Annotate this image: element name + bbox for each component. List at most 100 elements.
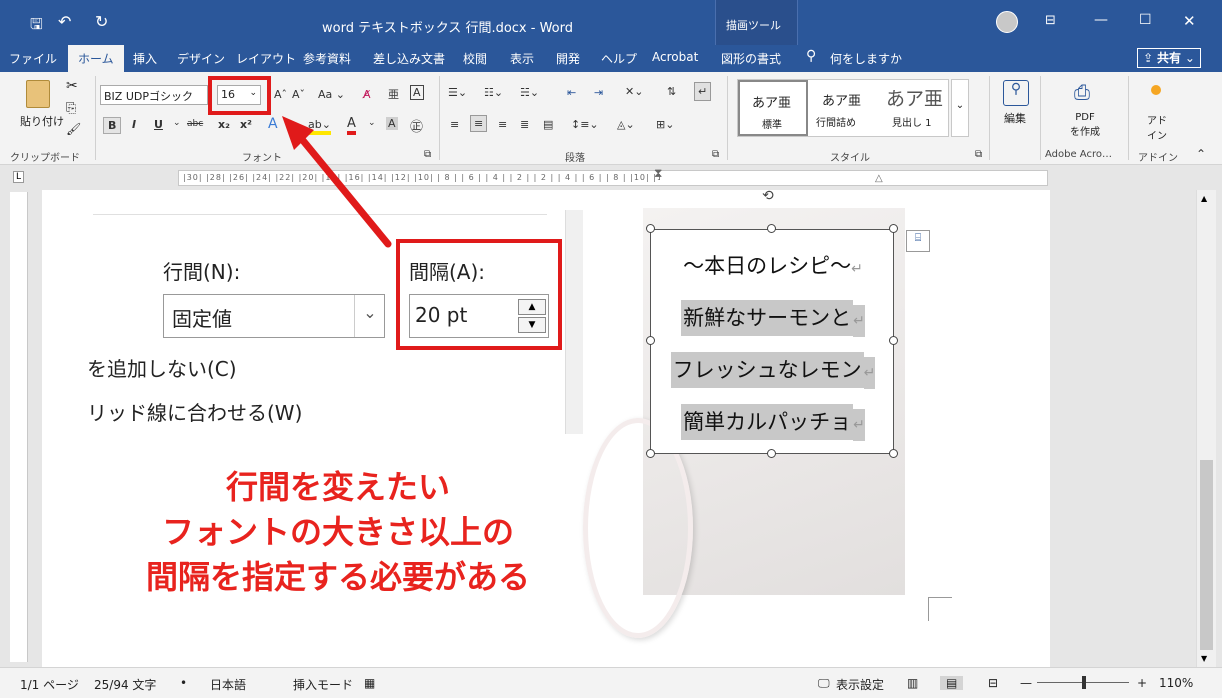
- addin-button[interactable]: アド イン: [1147, 112, 1167, 142]
- create-pdf-button[interactable]: PDF を作成: [1070, 112, 1100, 138]
- vertical-ruler[interactable]: [10, 192, 28, 662]
- zoom-level[interactable]: 110%: [1159, 676, 1193, 690]
- tab-shape-format[interactable]: 図形の書式: [721, 50, 781, 67]
- resize-handle-mr[interactable]: [889, 336, 898, 345]
- tab-help[interactable]: ヘルプ: [601, 50, 637, 67]
- read-mode-icon[interactable]: ▥: [907, 676, 918, 690]
- recipe-textbox[interactable]: ～本日のレシピ～↵ 新鮮なサーモンと ↵ フレッシュなレモン ↵ 簡単カルパッチョ ↵: [650, 229, 894, 454]
- cut-icon[interactable]: ✂: [66, 78, 78, 94]
- style-no-spacing[interactable]: あア亜 行間詰め: [810, 80, 878, 136]
- paste-button[interactable]: 貼り付け: [20, 113, 64, 129]
- bullets-icon[interactable]: ☰⌄: [448, 86, 467, 99]
- increase-indent-icon[interactable]: ⇥: [594, 86, 603, 99]
- grow-font-icon[interactable]: Aˆ: [274, 88, 287, 101]
- zoom-in-button[interactable]: +: [1137, 676, 1147, 690]
- resize-handle-ml[interactable]: [646, 336, 655, 345]
- ribbon-display-icon[interactable]: ⊟: [1045, 13, 1056, 28]
- multilevel-list-icon[interactable]: ☵⌄: [520, 86, 539, 99]
- superscript-button[interactable]: x²: [240, 118, 252, 131]
- shading-icon[interactable]: ◬⌄: [617, 118, 635, 131]
- style-heading1[interactable]: あア亜 見出し 1: [880, 80, 948, 136]
- show-marks-icon[interactable]: ↵: [694, 82, 712, 101]
- tab-insert[interactable]: 挿入: [133, 50, 157, 67]
- tab-file[interactable]: ファイル: [9, 50, 57, 67]
- addin-icon[interactable]: [1151, 85, 1161, 95]
- macro-record-icon[interactable]: ▦: [364, 676, 375, 690]
- indent-marker-left-icon[interactable]: ⧗: [654, 166, 662, 181]
- tab-layout[interactable]: レイアウト: [236, 50, 296, 67]
- no-space-checkbox-label[interactable]: を追加しない(C): [87, 353, 237, 382]
- scroll-thumb[interactable]: [1200, 460, 1213, 650]
- resize-handle-tl[interactable]: [646, 224, 655, 233]
- font-name-select[interactable]: BIZ UDPゴシック: [100, 85, 208, 105]
- status-mode[interactable]: 挿入モード: [293, 676, 353, 693]
- borders-icon[interactable]: ⊞⌄: [656, 118, 674, 131]
- tab-acrobat[interactable]: Acrobat: [652, 50, 698, 64]
- char-border-icon[interactable]: A: [410, 85, 424, 100]
- italic-button[interactable]: I: [132, 118, 136, 131]
- snap-grid-checkbox-label[interactable]: リッド線に合わせる(W): [87, 397, 302, 426]
- save-icon[interactable]: 🖫: [30, 14, 43, 39]
- shrink-font-icon[interactable]: Aˇ: [292, 88, 305, 101]
- edit-search-icon[interactable]: ⚲: [1003, 80, 1029, 106]
- close-button[interactable]: ✕: [1183, 12, 1196, 30]
- tell-me-input[interactable]: 何をしますか: [830, 50, 902, 67]
- align-right-icon[interactable]: ≡: [498, 118, 507, 131]
- rotate-handle-icon[interactable]: ⟲: [762, 188, 774, 204]
- phonetic-guide-icon[interactable]: 亜: [388, 86, 399, 102]
- display-settings-icon[interactable]: 🖵: [818, 676, 830, 691]
- zoom-slider-thumb[interactable]: [1082, 676, 1086, 689]
- scroll-down-icon[interactable]: ▼: [1201, 654, 1207, 663]
- resize-handle-tm[interactable]: [767, 224, 776, 233]
- textbox-line-2[interactable]: 新鮮なサーモンと ↵: [651, 300, 895, 337]
- undo-icon[interactable]: ↶: [58, 12, 71, 31]
- paste-icon[interactable]: [26, 80, 50, 108]
- styles-more-button[interactable]: ⌄: [951, 79, 969, 137]
- textbox-line-3[interactable]: フレッシュなレモン ↵: [651, 352, 895, 389]
- paragraph-dialog-launcher-icon[interactable]: ⧉: [712, 149, 719, 160]
- decrease-indent-icon[interactable]: ⇤: [567, 86, 576, 99]
- edit-button[interactable]: 編集: [1004, 110, 1026, 126]
- lightbulb-icon[interactable]: ⚲: [806, 48, 816, 64]
- pdf-icon[interactable]: ⎙: [1074, 80, 1090, 104]
- maximize-button[interactable]: ☐: [1139, 12, 1152, 28]
- copy-icon[interactable]: ⎘: [66, 101, 76, 116]
- resize-handle-br[interactable]: [889, 449, 898, 458]
- resize-handle-bl[interactable]: [646, 449, 655, 458]
- tab-design[interactable]: デザイン: [177, 50, 225, 67]
- justify-icon[interactable]: ≣: [520, 118, 529, 131]
- clear-format-icon[interactable]: A̸: [363, 88, 371, 101]
- textbox-line-4[interactable]: 簡単カルパッチョ ↵: [651, 404, 895, 441]
- align-center-icon[interactable]: ≡: [470, 115, 488, 132]
- web-layout-icon[interactable]: ⊟: [988, 676, 998, 690]
- resize-handle-bm[interactable]: [767, 449, 776, 458]
- sort-icon[interactable]: ⇅: [667, 85, 676, 98]
- user-avatar-icon[interactable]: [996, 11, 1018, 33]
- tab-developer[interactable]: 開発: [556, 50, 580, 67]
- resize-handle-tr[interactable]: [889, 224, 898, 233]
- status-words[interactable]: 25/94 文字: [94, 676, 156, 693]
- minimize-button[interactable]: —: [1094, 12, 1108, 28]
- status-page[interactable]: 1/1 ページ: [20, 676, 79, 693]
- underline-dropdown-icon[interactable]: ⌄: [173, 118, 181, 128]
- font-dialog-launcher-icon[interactable]: ⧉: [424, 149, 431, 160]
- collapse-ribbon-icon[interactable]: ⌃: [1196, 147, 1206, 161]
- style-normal[interactable]: あア亜 標準: [738, 80, 808, 136]
- underline-button[interactable]: U: [154, 118, 163, 131]
- format-painter-icon[interactable]: 🖌: [66, 122, 81, 136]
- subscript-button[interactable]: x₂: [218, 118, 230, 131]
- change-case-icon[interactable]: Aa ⌄: [318, 88, 345, 101]
- line-spacing-icon[interactable]: ↕≡⌄: [571, 118, 599, 131]
- align-left-icon[interactable]: ≡: [450, 118, 459, 131]
- numbering-icon[interactable]: ☷⌄: [484, 86, 503, 99]
- layout-options-icon[interactable]: ⌸: [906, 230, 930, 252]
- redo-icon[interactable]: ↻: [95, 12, 108, 31]
- tab-home[interactable]: ホーム: [68, 45, 124, 72]
- tab-references[interactable]: 参考資料: [303, 50, 351, 67]
- distributed-icon[interactable]: ▤: [543, 118, 553, 131]
- line-spacing-select[interactable]: 固定値 ⌄: [163, 294, 385, 338]
- strikethrough-button[interactable]: abc: [187, 119, 203, 129]
- share-button[interactable]: ⇪ 共有 ⌄: [1137, 48, 1201, 68]
- line-spacing-dropdown[interactable]: ⌄: [354, 295, 385, 337]
- styles-dialog-launcher-icon[interactable]: ⧉: [975, 149, 982, 160]
